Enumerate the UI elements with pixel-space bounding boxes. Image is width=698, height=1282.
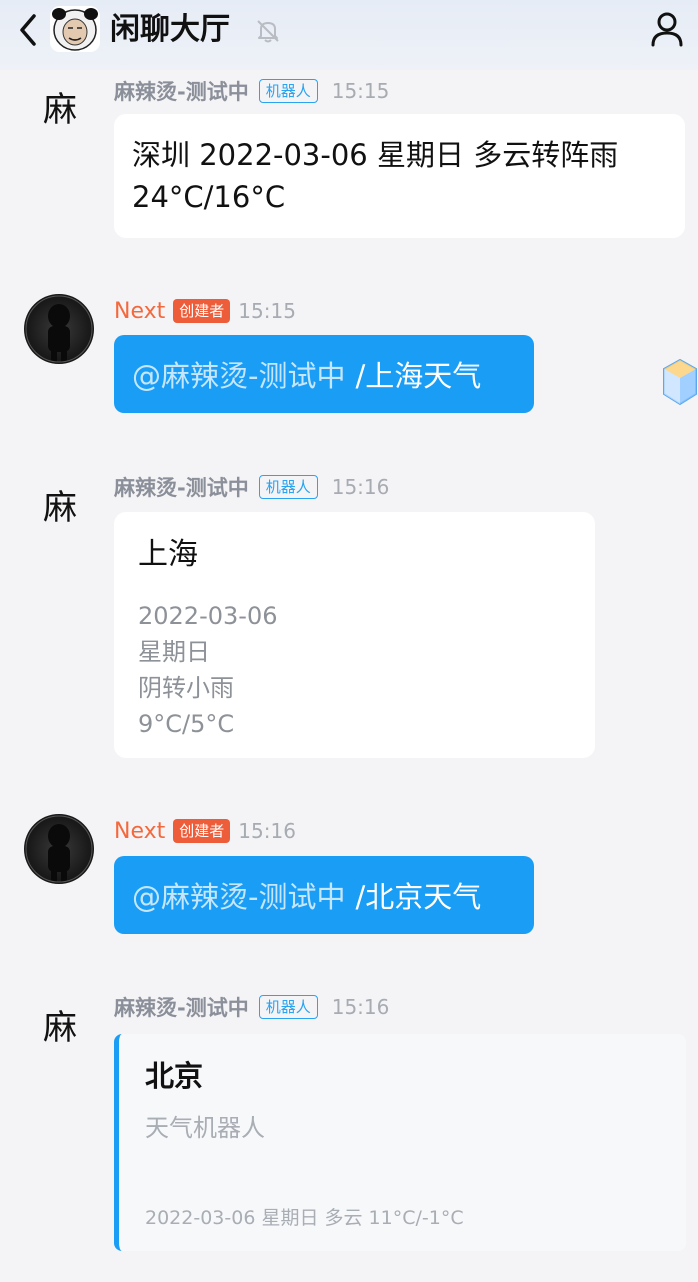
card-subtitle: 天气机器人 xyxy=(145,1114,265,1142)
cube-icon xyxy=(663,358,697,406)
message-bubble[interactable]: @麻辣烫-测试中 /北京天气 xyxy=(114,856,534,934)
message-user: Next 创建者 15:16 @麻辣烫-测试中 /北京天气 xyxy=(0,814,698,944)
bot-avatar[interactable]: 麻 xyxy=(26,998,94,1058)
chat-header: 闲聊大厅 xyxy=(0,0,698,70)
creator-tag: 创建者 xyxy=(173,819,231,843)
message-meta: 麻辣烫-测试中 机器人 15:15 xyxy=(114,74,389,108)
sender-name[interactable]: Next xyxy=(114,299,165,324)
message-text: 24°C/16°C xyxy=(132,180,286,214)
message-meta: Next 创建者 15:15 xyxy=(114,294,296,328)
bot-tag: 机器人 xyxy=(258,79,318,103)
message-user: Next 创建者 15:15 @麻辣烫-测试中 /上海天气 xyxy=(0,294,698,424)
card-title: 北京 xyxy=(145,1059,204,1093)
message-bubble[interactable]: 深圳 2022-03-06 星期日 多云转阵雨 24°C/16°C xyxy=(114,114,685,238)
profile-button[interactable] xyxy=(650,10,684,48)
sender-name[interactable]: 麻辣烫-测试中 xyxy=(114,472,249,502)
mention[interactable]: @麻辣烫-测试中 xyxy=(132,874,345,916)
bot-avatar[interactable]: 麻 xyxy=(26,80,94,140)
message-time: 15:16 xyxy=(331,995,390,1019)
back-button[interactable] xyxy=(10,12,46,48)
weather-temp: 9°C/5°C xyxy=(138,710,235,738)
message-time: 15:15 xyxy=(238,299,296,323)
message-bot: 麻 麻辣烫-测试中 机器人 15:16 上海 2022-03-06 星期日 阴转… xyxy=(0,470,698,770)
floating-widget[interactable] xyxy=(658,356,698,412)
chat-title: 闲聊大厅 xyxy=(110,12,230,47)
message-text: 深圳 2022-03-06 星期日 多云转阵雨 xyxy=(132,138,619,172)
city-name: 上海 xyxy=(138,537,198,572)
silhouette-icon xyxy=(25,815,93,883)
sender-name[interactable]: Next xyxy=(114,819,165,844)
message-time: 15:15 xyxy=(331,79,390,103)
rich-card[interactable]: 北京 天气机器人 2022-03-06 星期日 多云 11°C/-1°C xyxy=(114,1034,686,1251)
group-avatar[interactable] xyxy=(50,6,100,52)
message-meta: 麻辣烫-测试中 机器人 15:16 xyxy=(114,990,389,1024)
person-icon xyxy=(651,12,683,47)
card-footer: 2022-03-06 星期日 多云 11°C/-1°C xyxy=(145,1207,464,1229)
bell-off-icon xyxy=(257,20,279,43)
mention[interactable]: @麻辣烫-测试中 xyxy=(132,353,345,395)
bot-avatar[interactable]: 麻 xyxy=(26,478,94,538)
bot-tag: 机器人 xyxy=(258,475,318,499)
user-avatar[interactable] xyxy=(24,294,94,364)
user-avatar[interactable] xyxy=(24,814,94,884)
message-bubble[interactable]: @麻辣烫-测试中 /上海天气 xyxy=(114,335,534,413)
weather-card[interactable]: 上海 2022-03-06 星期日 阴转小雨 9°C/5°C xyxy=(114,512,595,758)
chevron-left-icon xyxy=(20,14,36,46)
meme-face-icon xyxy=(50,6,100,52)
message-time: 15:16 xyxy=(238,819,296,843)
weather-weekday: 星期日 xyxy=(138,638,210,666)
message-meta: 麻辣烫-测试中 机器人 15:16 xyxy=(114,470,389,504)
sender-name[interactable]: 麻辣烫-测试中 xyxy=(114,76,249,106)
silhouette-icon xyxy=(25,295,93,363)
sender-name[interactable]: 麻辣烫-测试中 xyxy=(114,992,249,1022)
weather-condition: 阴转小雨 xyxy=(138,674,234,702)
bot-tag: 机器人 xyxy=(258,995,318,1019)
message-time: 15:16 xyxy=(331,475,390,499)
command-text: /北京天气 xyxy=(355,880,482,914)
weather-date: 2022-03-06 xyxy=(138,602,278,630)
command-text: /上海天气 xyxy=(355,359,482,393)
message-meta: Next 创建者 15:16 xyxy=(114,814,296,848)
message-bot: 麻 麻辣烫-测试中 机器人 15:16 北京 天气机器人 2022-03-06 … xyxy=(0,990,698,1260)
creator-tag: 创建者 xyxy=(173,299,231,323)
message-bot: 麻 麻辣烫-测试中 机器人 15:15 深圳 2022-03-06 星期日 多云… xyxy=(0,74,698,244)
